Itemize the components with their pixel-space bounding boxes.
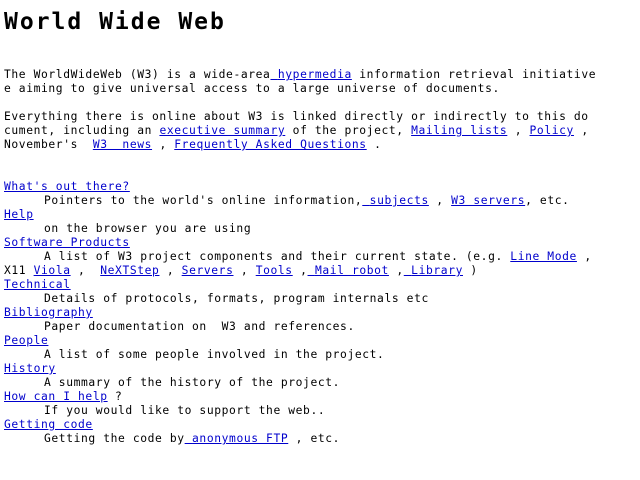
link-nextstep[interactable]: NeXTStep <box>100 264 159 277</box>
link-line-mode[interactable]: Line Mode <box>510 250 577 263</box>
link-people[interactable]: People <box>4 334 48 347</box>
link-w3-news[interactable]: W3 news <box>93 138 152 151</box>
desc-software-products-line-2: X11 Viola , NeXTStep , Servers , Tools ,… <box>4 264 478 278</box>
intro-text: of the project, <box>285 124 412 137</box>
desc-help: on the browser you are using <box>44 222 251 236</box>
link-executive-summary[interactable]: executive summary <box>159 124 285 137</box>
desc-text: If you would like to support the web.. <box>44 404 326 417</box>
link-anonymous-ftp[interactable]: anonymous FTP <box>185 432 289 445</box>
link-technical[interactable]: Technical <box>4 278 71 291</box>
desc-text: Getting the code by <box>44 432 185 445</box>
link-help[interactable]: Help <box>4 208 34 221</box>
desc-text: , <box>428 194 452 207</box>
intro-paragraph-line-1: The WorldWideWeb (W3) is a wide-area hype… <box>4 68 596 82</box>
link-policy[interactable]: Policy <box>530 124 574 137</box>
desc-text: Paper documentation on W3 and references… <box>44 320 355 333</box>
link-whats-out-there[interactable]: What's out there? <box>4 180 130 193</box>
intro-text: Everything there is online about W3 is l… <box>4 110 589 123</box>
link-faq[interactable]: Frequently Asked Questions <box>174 138 366 151</box>
desc-text: Details of protocols, formats, program i… <box>44 292 429 305</box>
intro-text: , <box>507 124 530 137</box>
desc-text: , <box>159 264 182 277</box>
term-whats-out-there: What's out there? <box>4 180 130 194</box>
link-history[interactable]: History <box>4 362 56 375</box>
term-history: History <box>4 362 56 376</box>
desc-text: , <box>292 264 308 277</box>
desc-text: , etc. <box>288 432 341 445</box>
browser-page: World Wide Web The WorldWideWeb (W3) is … <box>0 0 640 480</box>
desc-technical: Details of protocols, formats, program i… <box>44 292 429 306</box>
page-title: World Wide Web <box>4 9 226 35</box>
intro-paragraph2-line-2: cument, including an executive summary o… <box>4 124 589 138</box>
desc-text: , etc. <box>525 194 570 207</box>
intro-paragraph2-line-1: Everything there is online about W3 is l… <box>4 110 589 124</box>
link-viola[interactable]: Viola <box>34 264 71 277</box>
desc-text: , <box>70 264 101 277</box>
term-how-can-i-help: How can I help ? <box>4 390 122 404</box>
intro-text: cument, including an <box>4 124 160 137</box>
intro-text: The WorldWideWeb (W3) is a wide-area <box>4 68 271 81</box>
intro-paragraph2-line-3: November's W3 news , Frequently Asked Qu… <box>4 138 382 152</box>
desc-text: Pointers to the world's online informati… <box>44 194 363 207</box>
desc-getting-code: Getting the code by anonymous FTP , etc. <box>44 432 340 446</box>
link-tools[interactable]: Tools <box>256 264 293 277</box>
link-bibliography[interactable]: Bibliography <box>4 306 93 319</box>
desc-text: , <box>233 264 256 277</box>
desc-software-products-line-1: A list of W3 project components and thei… <box>44 250 592 264</box>
desc-text: A list of W3 project components and thei… <box>44 250 511 263</box>
link-how-can-i-help[interactable]: How can I help <box>4 390 108 403</box>
desc-text: , <box>388 264 404 277</box>
intro-text: information retrieval initiative <box>351 68 597 81</box>
link-hypermedia[interactable]: hypermedia <box>270 68 351 81</box>
intro-text: e aiming to give universal access to a l… <box>4 82 500 95</box>
desc-people: A list of some people involved in the pr… <box>44 348 384 362</box>
intro-text: November's <box>4 138 93 151</box>
term-help: Help <box>4 208 34 222</box>
desc-history: A summary of the history of the project. <box>44 376 340 390</box>
link-w3-servers[interactable]: W3 servers <box>451 194 525 207</box>
desc-whats-out-there: Pointers to the world's online informati… <box>44 194 570 208</box>
desc-how-can-i-help: If you would like to support the web.. <box>44 404 325 418</box>
desc-text: , <box>576 250 592 263</box>
desc-text: ) <box>462 264 478 277</box>
desc-text: A summary of the history of the project. <box>44 376 341 389</box>
term-getting-code: Getting code <box>4 418 93 432</box>
desc-bibliography: Paper documentation on W3 and references… <box>44 320 355 334</box>
term-bibliography: Bibliography <box>4 306 93 320</box>
desc-text: on the browser you are using <box>44 222 252 235</box>
link-mailing-lists[interactable]: Mailing lists <box>411 124 507 137</box>
intro-text: . <box>366 138 382 151</box>
intro-text: , <box>152 138 175 151</box>
link-getting-code[interactable]: Getting code <box>4 418 93 431</box>
term-suffix: ? <box>107 390 123 403</box>
term-people: People <box>4 334 48 348</box>
link-servers[interactable]: Servers <box>182 264 234 277</box>
link-subjects[interactable]: subjects <box>362 194 429 207</box>
link-library[interactable]: Library <box>404 264 463 277</box>
intro-paragraph-line-2: e aiming to give universal access to a l… <box>4 82 500 96</box>
term-software-products: Software Products <box>4 236 130 250</box>
term-technical: Technical <box>4 278 71 292</box>
desc-text: X11 <box>4 264 34 277</box>
intro-text: , <box>573 124 589 137</box>
desc-text: A list of some people involved in the pr… <box>44 348 385 361</box>
link-software-products[interactable]: Software Products <box>4 236 130 249</box>
link-mail-robot[interactable]: Mail robot <box>308 264 389 277</box>
